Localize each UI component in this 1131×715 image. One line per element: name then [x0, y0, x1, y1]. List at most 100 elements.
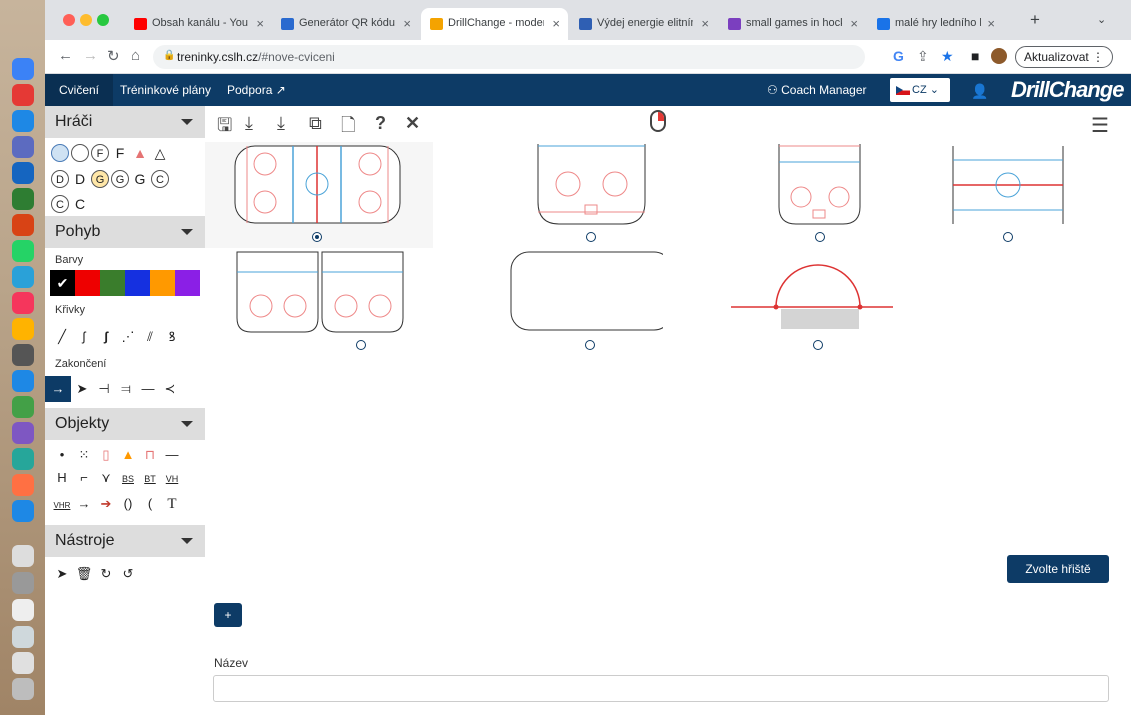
player-circle-blue-icon[interactable] [51, 143, 69, 162]
object-bt[interactable]: BT [139, 474, 161, 484]
music-icon[interactable] [12, 292, 34, 314]
close-tab-icon[interactable]: × [701, 16, 709, 31]
bold-wave-icon[interactable]: ʃ [95, 329, 117, 344]
maps-icon[interactable] [12, 448, 34, 470]
goalie-circle-icon[interactable]: G [111, 169, 129, 188]
user-icon[interactable]: 👤 [971, 83, 988, 100]
bench-icon[interactable]: ⊓ [139, 447, 161, 463]
undo-icon[interactable]: ↺ [117, 566, 139, 582]
delete-icon[interactable]: 🗑 [73, 566, 95, 582]
object-paren[interactable]: ( [139, 496, 161, 511]
puck-icon[interactable]: • [51, 447, 73, 462]
choose-rink-button[interactable]: Zvolte hřiště [1007, 555, 1109, 583]
chrome-icon[interactable] [12, 84, 34, 106]
document-icon[interactable] [12, 652, 34, 674]
google-icon[interactable]: G [893, 48, 904, 64]
rink-option-two-halves[interactable] [205, 250, 433, 356]
end-curve-icon[interactable]: ≺ [159, 381, 181, 397]
language-select[interactable]: CZ ⌄ [890, 78, 950, 102]
browser-tab[interactable]: Obsah kanálu - YouTube × [125, 8, 272, 40]
help-icon[interactable]: ? [375, 113, 386, 134]
finder-icon[interactable] [12, 58, 34, 80]
bluetooth-icon[interactable] [12, 500, 34, 522]
rink-radio[interactable] [585, 340, 595, 350]
browser-tab[interactable]: Generátor QR kódu - V × [272, 8, 419, 40]
browser-tab-active[interactable]: DrillChange - moderní × [421, 8, 568, 40]
forward-icon[interactable]: → [83, 47, 98, 64]
download-image-icon[interactable]: ⤓ [245, 113, 253, 134]
color-swatch-blue[interactable] [125, 270, 150, 296]
close-tab-icon[interactable]: × [403, 16, 411, 31]
vlc-icon[interactable] [12, 474, 34, 496]
section-objects[interactable]: Objekty [45, 408, 205, 440]
profile-avatar[interactable] [991, 48, 1007, 64]
color-swatch-red[interactable] [75, 270, 100, 296]
photos-icon[interactable] [12, 318, 34, 340]
rink-option-zone[interactable] [665, 142, 893, 248]
sticks-icon[interactable]: ⋎ [95, 470, 117, 486]
excel-icon[interactable] [12, 188, 34, 210]
messages-icon[interactable] [12, 396, 34, 418]
close-icon[interactable]: ✕ [405, 113, 420, 134]
arrow-open-icon[interactable]: → [45, 376, 71, 402]
line-icon[interactable]: — [161, 447, 183, 462]
rink-radio-selected[interactable] [312, 232, 322, 242]
defense-letter[interactable]: D [71, 170, 89, 188]
browser-tab[interactable]: Výdej energie elitními × [570, 8, 717, 40]
cone-icon[interactable]: ▲ [117, 447, 139, 462]
text-tool[interactable]: T [161, 496, 183, 513]
zoom-window-button[interactable] [97, 14, 109, 26]
brand-logo[interactable]: DrillChange [1011, 77, 1124, 103]
nav-treninkove-plany[interactable]: Tréninkové plány [120, 83, 211, 97]
center-circle-icon[interactable]: C [51, 194, 69, 213]
goal-icon[interactable]: ▯ [95, 447, 117, 463]
rink-radio[interactable] [1003, 232, 1013, 242]
close-tab-icon[interactable]: × [850, 16, 858, 31]
end-none-icon[interactable]: — [137, 381, 159, 396]
forward-circle-icon[interactable]: F [91, 143, 109, 162]
rink-radio[interactable] [815, 232, 825, 242]
arrow-filled-icon[interactable]: ➤ [71, 381, 93, 397]
rink-option-goal-crease[interactable] [665, 250, 893, 356]
rink-option-full[interactable] [205, 142, 433, 248]
close-window-button[interactable] [63, 14, 75, 26]
imovie-icon[interactable] [12, 422, 34, 444]
pointer-icon[interactable]: ➤ [51, 566, 73, 582]
object-bs[interactable]: BS [117, 474, 139, 484]
nav-podpora[interactable]: Podpora ↗ [227, 83, 286, 97]
object-vhr[interactable]: VHR [51, 501, 73, 510]
download-icon[interactable]: ⤓ [277, 113, 285, 134]
close-tab-icon[interactable]: × [552, 16, 560, 31]
document-icon[interactable] [12, 545, 34, 567]
back-icon[interactable]: ← [58, 47, 73, 64]
outlook-icon[interactable] [12, 110, 34, 132]
color-swatch-orange[interactable] [150, 270, 175, 296]
telegram-icon[interactable] [12, 266, 34, 288]
color-swatch-black[interactable]: ✔ [50, 270, 75, 296]
rink-radio[interactable] [586, 232, 596, 242]
color-swatch-green[interactable] [100, 270, 125, 296]
wave-line-icon[interactable]: ʃ [73, 329, 95, 344]
triangle-red-icon[interactable]: ▲ [131, 144, 149, 162]
goalie-circle-yellow-icon[interactable]: G [91, 169, 109, 188]
straight-line-icon[interactable]: ╱ [51, 329, 73, 345]
menu-icon[interactable]: ☰ [1091, 113, 1109, 138]
new-tab-icon[interactable]: + [1030, 10, 1040, 30]
rink-option-neutral[interactable] [895, 142, 1123, 248]
trash-icon[interactable] [12, 678, 34, 700]
add-button[interactable]: + [214, 603, 242, 627]
center-circle-icon[interactable]: C [151, 169, 169, 188]
end-bar-icon[interactable]: ⊣ [93, 381, 115, 397]
refresh-icon[interactable]: ↻ [95, 566, 117, 582]
color-swatch-purple[interactable] [175, 270, 200, 296]
close-tab-icon[interactable]: × [256, 16, 264, 31]
pucks-icon[interactable]: ⁙ [73, 447, 95, 463]
section-players[interactable]: Hráči [45, 106, 205, 138]
double-line-icon[interactable]: ⫽ [139, 329, 161, 345]
save-icon[interactable]: 🖫 [217, 113, 232, 143]
powerpoint-icon[interactable] [12, 214, 34, 236]
object-h[interactable]: H [51, 470, 73, 485]
object-vh[interactable]: VH [161, 474, 183, 484]
close-tab-icon[interactable]: × [987, 16, 995, 31]
rink-option-empty[interactable] [435, 250, 663, 356]
